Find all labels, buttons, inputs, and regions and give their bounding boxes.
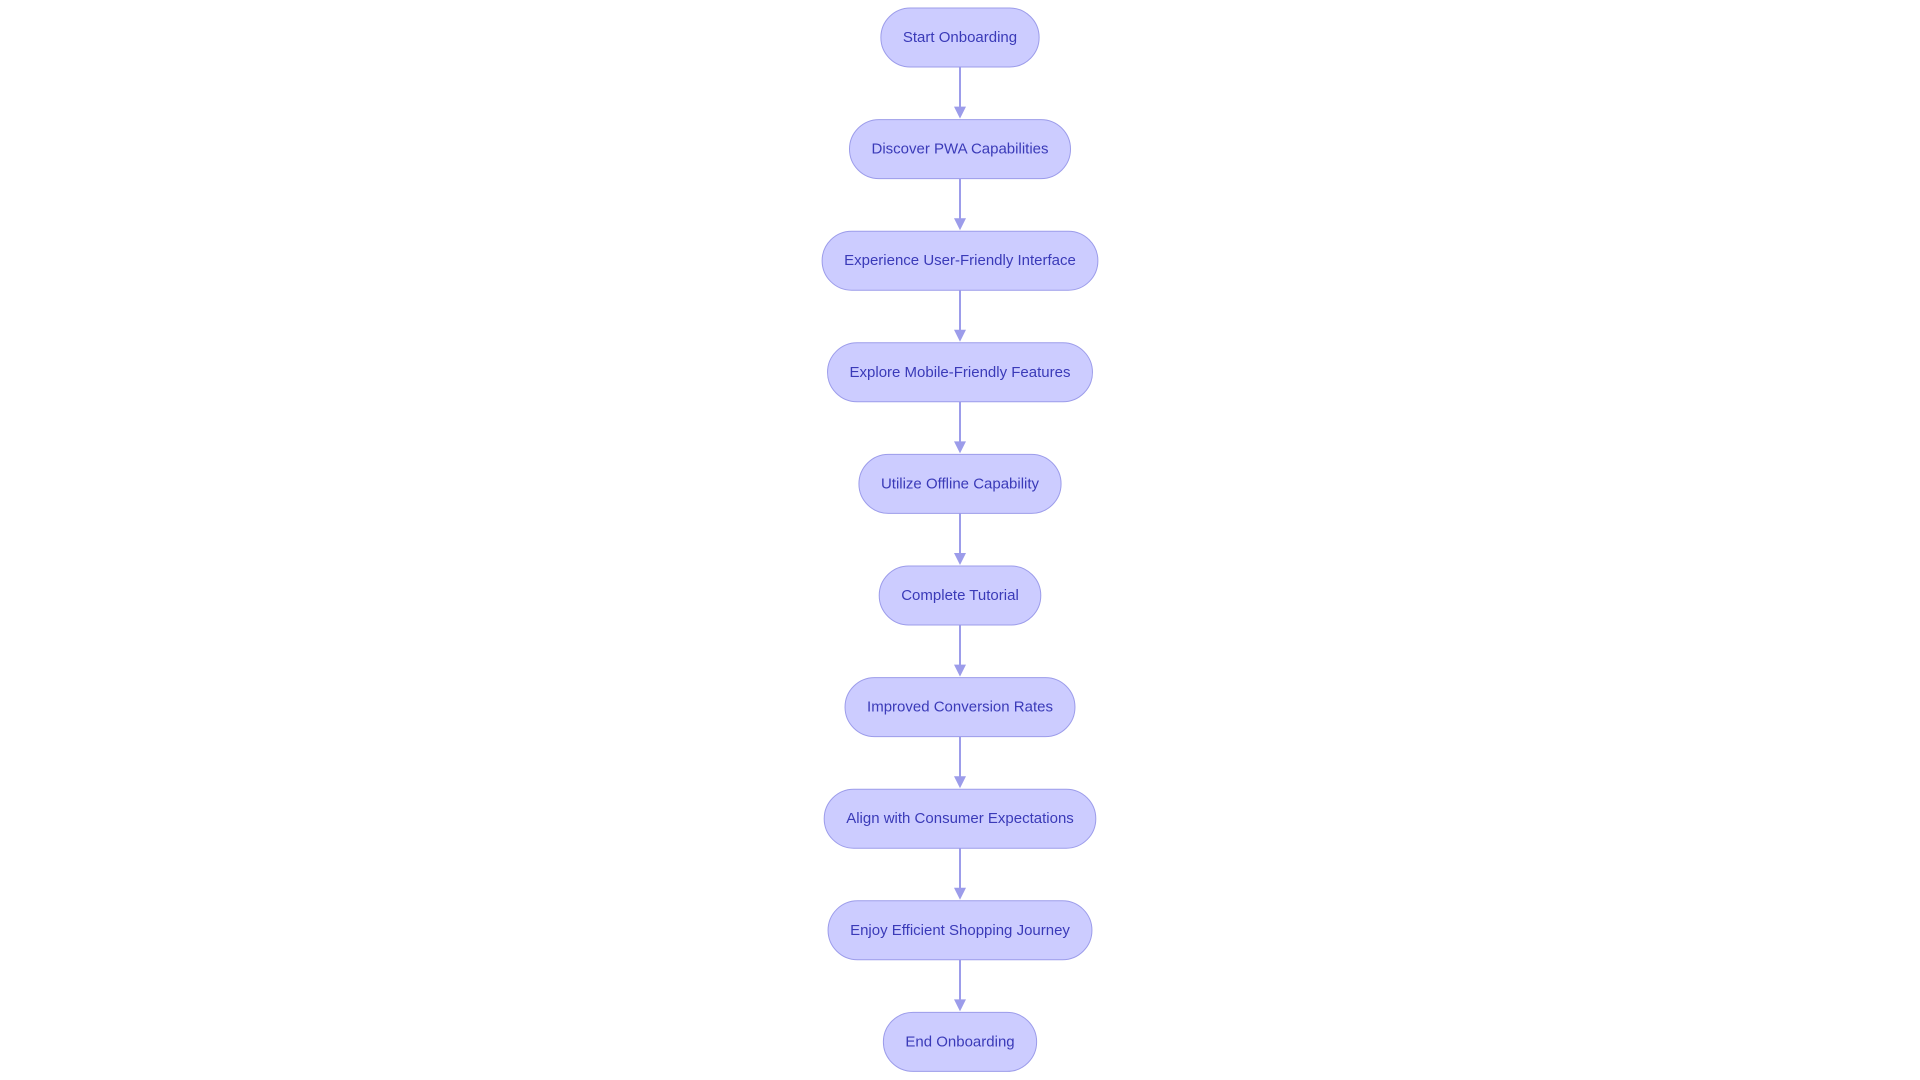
node-label: Enjoy Efficient Shopping Journey [850, 922, 1070, 939]
arrowhead-icon [954, 106, 966, 119]
arrowhead-icon [954, 664, 966, 677]
edge-discover-to-experience [954, 178, 966, 231]
node-label: Align with Consumer Expectations [846, 810, 1074, 827]
node-enjoy: Enjoy Efficient Shopping Journey [827, 900, 1093, 961]
arrowhead-icon [954, 329, 966, 342]
node-label: Start Onboarding [903, 29, 1017, 46]
edge-tutorial-to-improved [954, 625, 966, 677]
edges-layer [954, 67, 966, 1012]
node-end: End Onboarding [882, 1011, 1038, 1072]
arrowhead-icon [954, 999, 966, 1012]
node-label: Discover PWA Capabilities [871, 141, 1048, 158]
arrowhead-icon [954, 441, 966, 454]
node-experience: Experience User-Friendly Interface [821, 230, 1099, 291]
node-tutorial: Complete Tutorial [878, 565, 1042, 626]
node-label: End Onboarding [905, 1033, 1014, 1050]
edge-align-to-enjoy [954, 848, 966, 900]
node-improved: Improved Conversion Rates [844, 677, 1076, 738]
edge-enjoy-to-end [954, 959, 966, 1012]
arrowhead-icon [954, 553, 966, 565]
node-label: Complete Tutorial [901, 587, 1019, 604]
node-discover: Discover PWA Capabilities [848, 119, 1072, 180]
arrowhead-icon [954, 218, 966, 231]
node-label: Experience User-Friendly Interface [844, 252, 1076, 269]
edge-utilize-to-tutorial [954, 513, 966, 565]
flowchart: Start Onboarding Discover PWA Capabilitie… [821, 7, 1099, 1072]
node-explore: Explore Mobile-Friendly Features [827, 342, 1093, 403]
node-label: Utilize Offline Capability [881, 475, 1040, 492]
edge-improved-to-align [954, 736, 966, 789]
edge-start-to-discover [954, 67, 966, 119]
arrowhead-icon [954, 776, 966, 789]
node-label: Improved Conversion Rates [867, 699, 1053, 716]
node-utilize: Utilize Offline Capability [858, 453, 1062, 514]
node-label: Explore Mobile-Friendly Features [850, 364, 1071, 381]
edge-explore-to-utilize [954, 401, 966, 454]
arrowhead-icon [954, 887, 966, 900]
node-align: Align with Consumer Expectations [823, 788, 1097, 849]
edge-experience-to-explore [954, 290, 966, 342]
node-start: Start Onboarding [880, 7, 1040, 68]
